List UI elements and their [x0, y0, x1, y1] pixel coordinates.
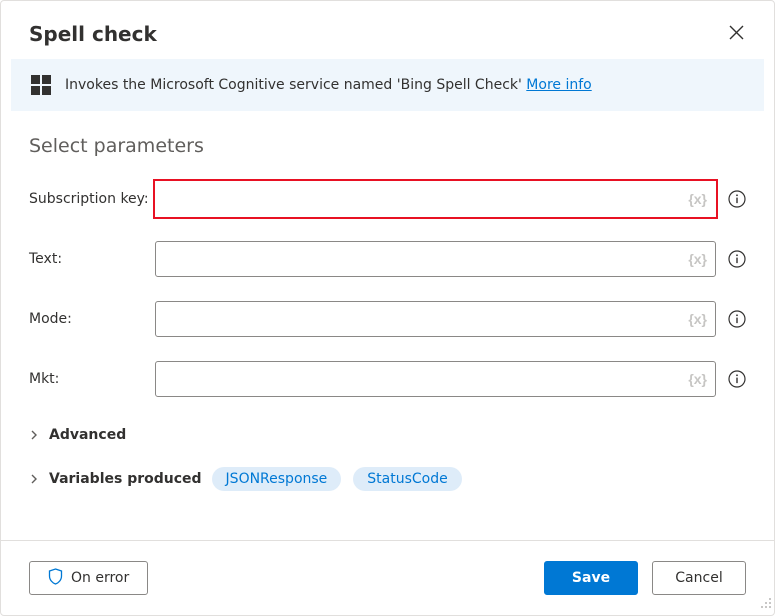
on-error-button[interactable]: On error	[29, 561, 148, 595]
param-row-text: Text: {x}	[29, 241, 746, 277]
variables-produced-toggle[interactable]: Variables produced JSONResponse StatusCo…	[29, 461, 746, 497]
param-row-mode: Mode: {x}	[29, 301, 746, 337]
close-button[interactable]	[725, 21, 748, 47]
text-input[interactable]	[155, 241, 716, 277]
variable-chip-jsonresponse[interactable]: JSONResponse	[212, 467, 342, 491]
mkt-label: Mkt:	[29, 371, 155, 387]
advanced-label: Advanced	[49, 427, 126, 443]
mkt-input[interactable]	[155, 361, 716, 397]
chevron-right-icon	[29, 430, 39, 440]
resize-grip-icon[interactable]	[760, 597, 772, 613]
variable-chips: JSONResponse StatusCode	[212, 467, 462, 491]
text-label: Text:	[29, 251, 155, 267]
variable-chip-statuscode[interactable]: StatusCode	[353, 467, 461, 491]
shield-icon	[48, 568, 63, 589]
info-icon[interactable]	[728, 370, 746, 388]
param-row-subscription-key: Subscription key: {x}	[29, 181, 746, 217]
dialog-footer: On error Save Cancel	[1, 540, 774, 615]
advanced-toggle[interactable]: Advanced	[29, 421, 746, 449]
mode-input[interactable]	[155, 301, 716, 337]
chevron-right-icon	[29, 474, 39, 484]
spell-check-dialog: Spell check Invokes the Microsoft Cognit…	[0, 0, 775, 616]
microsoft-squares-icon	[31, 75, 51, 95]
close-icon	[729, 25, 744, 43]
variables-produced-label: Variables produced	[49, 471, 202, 487]
banner-text: Invokes the Microsoft Cognitive service …	[65, 77, 592, 93]
save-label: Save	[572, 570, 610, 586]
mode-label: Mode:	[29, 311, 155, 327]
info-banner: Invokes the Microsoft Cognitive service …	[11, 59, 764, 111]
save-button[interactable]: Save	[544, 561, 638, 595]
info-icon[interactable]	[728, 310, 746, 328]
dialog-header: Spell check	[1, 1, 774, 59]
param-row-mkt: Mkt: {x}	[29, 361, 746, 397]
dialog-body: Select parameters Subscription key: {x} …	[1, 111, 774, 540]
section-title: Select parameters	[29, 135, 746, 157]
dialog-title: Spell check	[29, 22, 157, 46]
subscription-key-label: Subscription key:	[29, 191, 155, 207]
more-info-link[interactable]: More info	[526, 77, 591, 93]
info-icon[interactable]	[728, 250, 746, 268]
info-icon[interactable]	[728, 190, 746, 208]
cancel-label: Cancel	[675, 570, 722, 586]
banner-description: Invokes the Microsoft Cognitive service …	[65, 77, 526, 93]
on-error-label: On error	[71, 570, 129, 586]
cancel-button[interactable]: Cancel	[652, 561, 746, 595]
subscription-key-input[interactable]	[155, 181, 716, 217]
